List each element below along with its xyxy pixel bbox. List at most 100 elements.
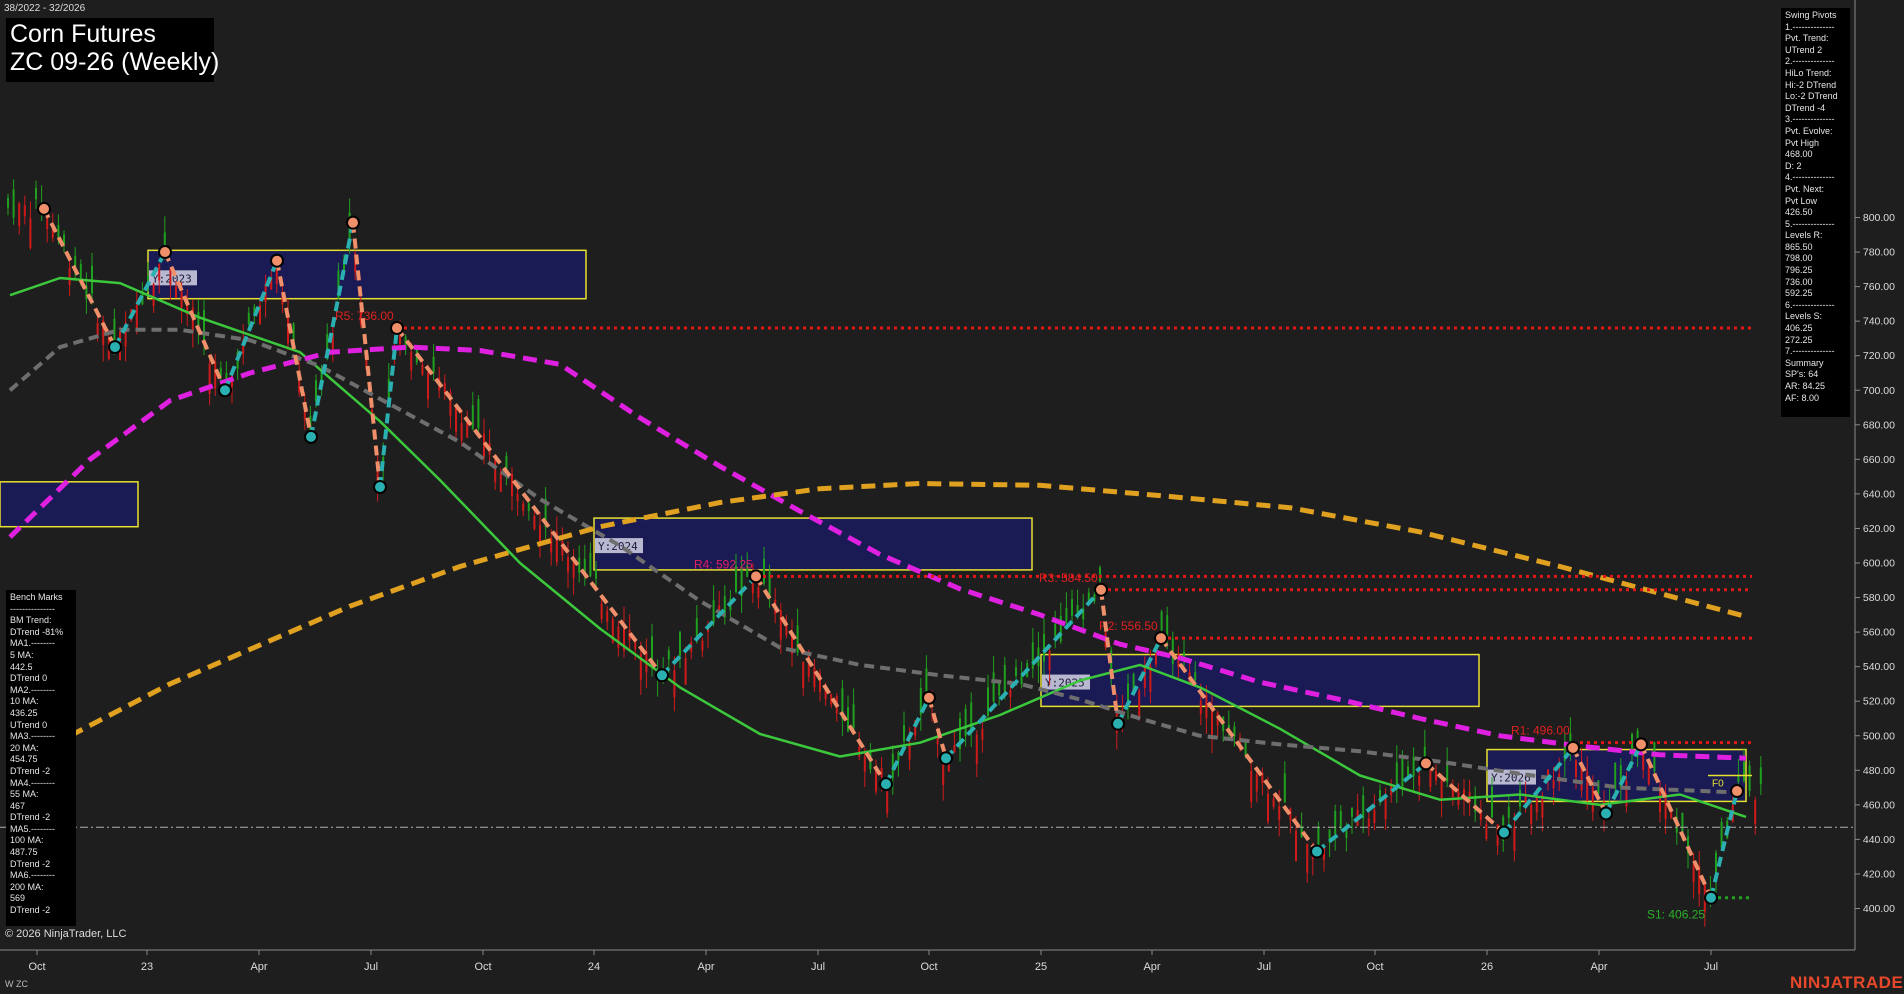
bench-marks-panel: Bench Marks --------------- BM Trend: DTren… [6,590,76,926]
candle-body [1591,786,1594,812]
candle-body [427,372,429,400]
swing_panel-line: 6.-------------- [1785,299,1835,310]
candle-body [1065,607,1068,622]
candle-body [1412,756,1415,777]
swing_panel-line: AR: 84.25 [1785,381,1826,391]
candle-body [1384,796,1387,820]
swing_panel-line: DTrend -4 [1785,102,1826,113]
x-tick-label: Apr [1590,961,1607,973]
bench_panel-line: DTrend 0 [10,673,48,684]
bench_panel-line: 20 MA: [10,742,39,753]
candle-body [953,745,956,753]
candle-body [975,734,978,765]
candle-body [695,618,698,638]
candle-body [779,610,782,640]
swing_panel-line: 7.-------------- [1785,346,1835,357]
candle-body [494,459,497,483]
swing_panel-line: Levels R: [1785,230,1823,241]
y-tick-label: 580.00 [1863,592,1895,604]
swing-low-point [1704,890,1718,905]
candle-body [68,268,71,285]
bench_panel-line: MA3.-------- [10,731,55,742]
candle-body [595,568,597,579]
swing_panel-line: Pvt. Evolve: [1785,125,1833,136]
candle-body [1519,789,1521,807]
candle-body [1530,805,1533,824]
swing-low-point [1497,825,1511,840]
bench_panel-line: --------------- [10,603,55,614]
swing_panel-line: 1.-------------- [1785,21,1835,32]
chart-subtitle: ZC 09-26 (Weekly) [10,48,220,76]
price-chart[interactable]: 400.00 420.00 440.00 460.00 480.00 500.00 520.… [0,0,1904,994]
bench_panel-line: MA4.-------- [10,777,55,788]
x-tick-label: 26 [1481,961,1493,973]
candle-body [712,600,715,623]
x-tick-label: Oct [28,961,45,973]
level-label: R1: 496.00 [1511,724,1570,738]
candle-body [1194,672,1197,681]
candle-body [858,747,861,757]
swing-high-point [1566,740,1580,755]
candle-body [1507,806,1510,818]
swing_panel-line: 468.00 [1785,149,1813,160]
candle-body [1435,770,1437,781]
bench_panel-line: MA6.-------- [10,870,55,881]
candle-body [505,455,508,469]
candle-body [1334,810,1337,835]
y-tick-label: 800.00 [1863,212,1895,224]
x-tick-label: Jul [1257,961,1271,973]
candle-body [152,284,155,307]
bench_panel-line: DTrend -2 [10,765,51,776]
candle-body [527,503,530,511]
swing_panel-line: 2.-------------- [1785,56,1835,67]
swing_panel-line: Summary [1785,357,1824,368]
swing_panel-line: D: 2 [1785,160,1802,171]
candle-body [1048,650,1051,671]
candle-body [796,625,799,653]
swing-high-point [37,201,51,216]
candle-body [617,626,620,648]
candle-body [606,610,609,622]
bench_panel-line: DTrend -81% [10,626,64,637]
candle-body [1289,808,1292,821]
candle-body [572,563,575,578]
candle-body [1541,795,1544,818]
level-label: R3: 584.50 [1039,571,1098,585]
swing-high-point [270,253,284,268]
candle-body [1401,758,1404,790]
y-tick-label: 780.00 [1863,247,1895,259]
bench_panel-line: 467 [10,800,26,811]
candle-body [471,404,474,429]
bench_panel-line: DTrend -2 [10,858,51,869]
bench_panel-line: 100 MA: [10,835,44,846]
candle-body [1373,809,1376,824]
candle-body [432,356,435,373]
candle-body [1138,690,1141,719]
candle-body [567,557,569,572]
y-tick-label: 440.00 [1863,834,1895,846]
candle-body [1575,760,1577,778]
candle-body [1003,664,1006,694]
x-tick-label: Apr [1143,961,1160,973]
x-tick-label: Oct [920,961,937,973]
candle-body [578,557,581,573]
candle-body [247,312,250,325]
x-tick-label: Apr [697,961,714,973]
copyright: © 2026 NinjaTrader, LLC [5,928,127,940]
candle-body [679,632,681,656]
y-tick-label: 680.00 [1863,419,1895,431]
bench_panel-line: 10 MA: [10,696,39,707]
candle-body [1099,567,1101,582]
swing_panel-line: 736.00 [1785,276,1813,287]
bench_panel-line: 200 MA: [10,881,44,892]
candle-body [175,286,177,298]
candle-body [992,672,995,702]
candle-body [852,704,855,729]
swing_panel-line: Pvt Low [1785,195,1818,206]
candle-body [1407,766,1409,776]
swing_panel-line: Hi:-2 DTrend [1785,79,1837,90]
swing-low-point [879,777,893,792]
bench_panel-line: DTrend -2 [10,812,51,823]
y-tick-label: 460.00 [1863,799,1895,811]
year-box [147,249,587,300]
